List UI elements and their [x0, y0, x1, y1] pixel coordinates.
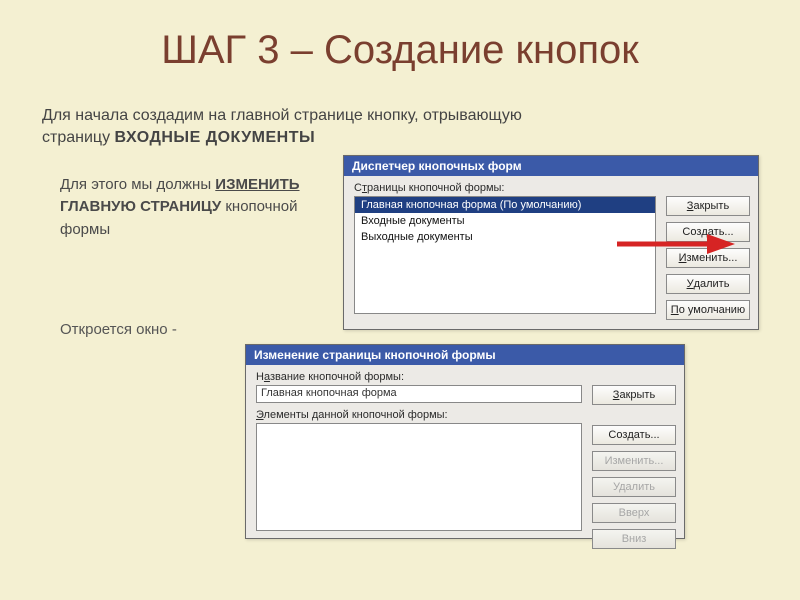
- delete-button[interactable]: Удалить: [666, 274, 750, 294]
- close-button[interactable]: Закрыть: [666, 196, 750, 216]
- edit-button-disabled: Изменить...: [592, 451, 676, 471]
- elements-label: Элементы данной кнопочной формы:: [256, 409, 582, 421]
- pages-label: Страницы кнопочной формы:: [354, 182, 656, 194]
- default-button[interactable]: По умолчанию: [666, 300, 750, 320]
- edit-button[interactable]: Изменить...: [666, 248, 750, 268]
- name-label: Название кнопочной формы:: [256, 371, 582, 383]
- elements-listbox[interactable]: [256, 423, 582, 531]
- new-button[interactable]: Создать...: [666, 222, 750, 242]
- list-item[interactable]: Входные документы: [355, 213, 655, 229]
- dialog2-titlebar: Изменение страницы кнопочной формы: [246, 345, 684, 365]
- list-item[interactable]: Главная кнопочная форма (По умолчанию): [355, 197, 655, 213]
- down-button-disabled: Вниз: [592, 529, 676, 549]
- dialog-switchboard-manager: Диспетчер кнопочных форм Страницы кнопоч…: [343, 155, 759, 330]
- intro-text: Для начала создадим на главной странице …: [42, 105, 758, 150]
- list-item[interactable]: Выходные документы: [355, 229, 655, 245]
- pages-listbox[interactable]: Главная кнопочная форма (По умолчанию) В…: [354, 196, 656, 314]
- delete-button-disabled: Удалить: [592, 477, 676, 497]
- new-button[interactable]: Создать...: [592, 425, 676, 445]
- close-button[interactable]: Закрыть: [592, 385, 676, 405]
- slide-title: ШАГ 3 – Создание кнопок: [0, 0, 800, 73]
- up-button-disabled: Вверх: [592, 503, 676, 523]
- dialog1-titlebar: Диспетчер кнопочных форм: [344, 156, 758, 176]
- dialog-edit-switchboard-page: Изменение страницы кнопочной формы Назва…: [245, 344, 685, 539]
- edit-note: Для этого мы должны ИЗМЕНИТЬ ГЛАВНУЮ СТР…: [60, 174, 340, 242]
- name-input[interactable]: Главная кнопочная форма: [256, 385, 582, 403]
